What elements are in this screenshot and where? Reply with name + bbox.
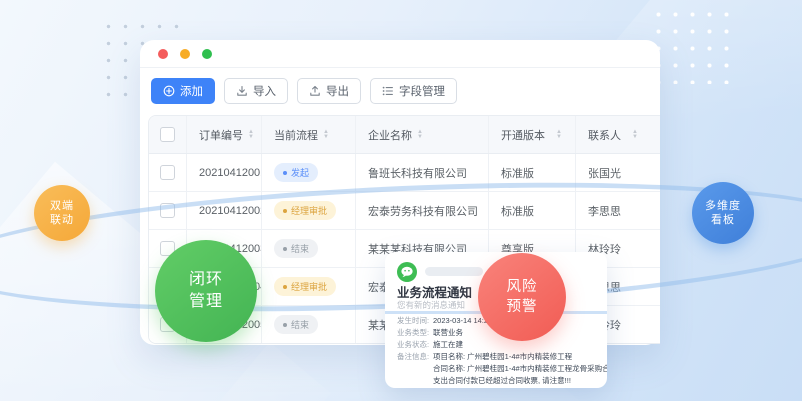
badge-text: 联动 [50,213,74,227]
export-button-label: 导出 [326,83,349,99]
upload-icon [309,85,321,97]
marketing-screenshot: 添加 导入 导出 [0,0,802,401]
field-management-button[interactable]: 字段管理 [370,78,457,104]
remark-line: 项目名称: 广州碧桂园1-4#市内精装修工程 [433,351,607,363]
company-name: 鲁班长科技有限公司 [356,154,489,191]
minimize-window-icon[interactable] [180,49,190,59]
dot-grid-decoration [650,6,732,84]
feature-badge-multi-dashboard: 多维度 看板 [692,182,754,244]
field-management-button-label: 字段管理 [399,83,445,99]
import-button[interactable]: 导入 [224,78,288,104]
remark-line: 合同名称: 广州碧桂园1-4#市内精装修工程龙骨采购合同 [433,363,607,375]
sort-icon[interactable]: ▲▼ [248,130,254,139]
feature-badge-dual-linkage: 双端 联动 [34,185,90,241]
list-icon [382,85,394,97]
field-value: 联营业务 [433,327,463,339]
remark-lines: 项目名称: 广州碧桂园1-4#市内精装修工程 合同名称: 广州碧桂园1-4#市内… [433,351,607,387]
flow-status-badge: 发起 [274,163,318,182]
column-header-contact: 联系人 [588,127,621,143]
add-button[interactable]: 添加 [151,78,215,104]
feature-badge-closed-loop: 闭环 管理 [155,240,257,342]
contact-name: 李思思 [576,192,660,229]
notification-subtitle: 您有新的消息通知 [397,299,465,311]
sort-icon[interactable]: ▲▼ [556,130,562,139]
flow-status-badge: 经理审批 [274,277,336,296]
plus-circle-icon [163,85,175,97]
badge-text: 闭环 [189,269,223,291]
row-checkbox[interactable] [160,165,175,180]
badge-text: 预警 [507,297,538,317]
badge-text: 双端 [50,199,74,213]
version: 标准版 [489,192,576,229]
placeholder-bar [425,267,483,276]
order-number: 20210412001 [187,154,262,191]
window-controls [158,49,212,59]
close-window-icon[interactable] [158,49,168,59]
field-value: 施工在建 [433,339,463,351]
column-header-flow: 当前流程 [274,127,318,143]
field-value: 2023-03-14 14:2 [433,315,488,327]
import-button-label: 导入 [253,83,276,99]
export-button[interactable]: 导出 [297,78,361,104]
sort-icon[interactable]: ▲▼ [417,130,423,139]
contact-name: 张国光 [576,154,660,191]
field-label: 业务类型: [397,327,433,339]
field-label: 业务状态: [397,339,433,351]
divider [140,67,660,68]
company-name: 宏泰劳务科技有限公司 [356,192,489,229]
maximize-window-icon[interactable] [202,49,212,59]
flow-status-badge: 经理审批 [274,201,336,220]
feature-badge-risk-warning: 风险 预警 [478,253,566,341]
field-label: 发生时间: [397,315,433,327]
table-row: 20210412002 经理审批 宏泰劳务科技有限公司 标准版 李思思 [149,192,660,230]
badge-text: 看板 [711,213,735,227]
badge-text: 多维度 [705,199,741,213]
version: 标准版 [489,154,576,191]
select-all-checkbox[interactable] [160,127,175,142]
badge-text: 风险 [507,277,538,297]
table-row: 20210412001 发起 鲁班长科技有限公司 标准版 张国光 [149,154,660,192]
download-icon [236,85,248,97]
toolbar: 添加 导入 导出 [151,78,457,104]
badge-text: 管理 [189,291,223,313]
column-header-company: 企业名称 [368,127,412,143]
row-checkbox[interactable] [160,203,175,218]
column-header-version: 开通版本 [501,127,545,143]
column-header-order: 订单编号 [199,127,243,143]
sort-icon[interactable]: ▲▼ [632,130,638,139]
order-number: 20210412002 [187,192,262,229]
wechat-chat-icon [397,262,417,282]
sort-icon[interactable]: ▲▼ [323,130,329,139]
flow-status-badge: 结束 [274,239,318,258]
add-button-label: 添加 [180,83,203,99]
remark-line: 支出合同付款已经超过合同收票, 请注意!!! [433,375,607,387]
flow-status-badge: 结束 [274,315,318,334]
field-label: 备注信息: [397,351,433,387]
table-header-row: 订单编号 ▲▼ 当前流程 ▲▼ 企业名称 ▲▼ 开通版本 ▲▼ 联系人 ▲▼ [149,116,660,154]
